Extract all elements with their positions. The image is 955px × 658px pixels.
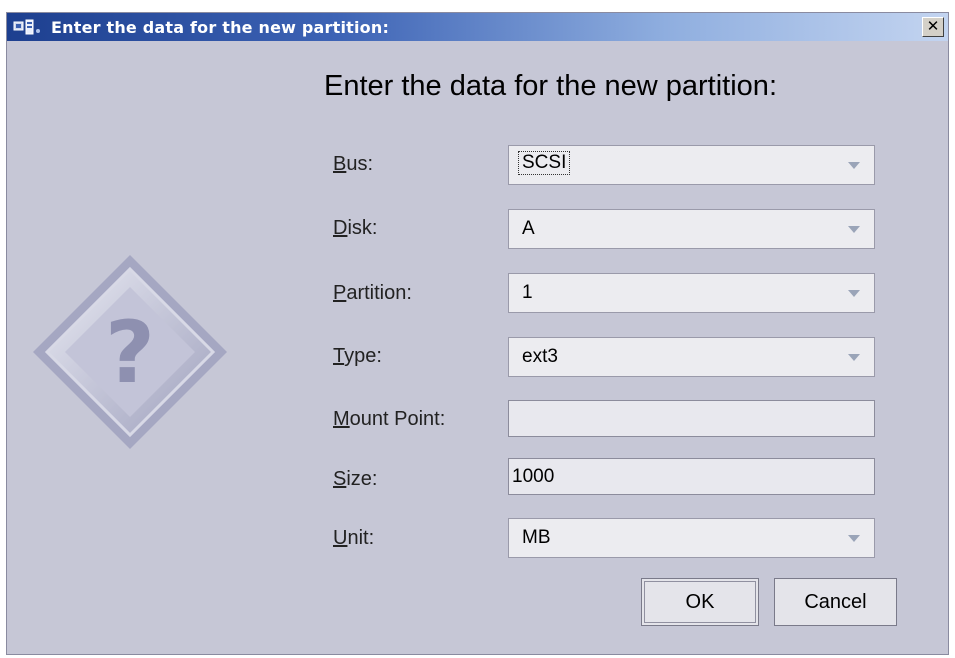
size-label: Size: [333,468,378,490]
partition-dialog: Enter the data for the new partition: ✕ … [6,12,949,655]
ok-button[interactable]: OK [641,578,759,626]
partition-label: Partition: [333,282,412,304]
disk-value: A [522,218,535,239]
disk-select[interactable]: A [508,209,875,249]
chevron-down-icon [848,226,860,233]
partition-select[interactable]: 1 [508,273,875,313]
mount-point-input[interactable] [508,400,875,437]
type-select[interactable]: ext3 [508,337,875,377]
question-mark-glyph: ? [105,303,155,403]
window-title: Enter the data for the new partition: [51,18,390,37]
network-computer-icon [13,19,40,35]
type-value: ext3 [522,346,558,367]
question-diamond-icon: ? [33,255,227,449]
unit-value: MB [522,527,551,548]
unit-label: Unit: [333,527,375,549]
bus-label: Bus: [333,153,374,175]
close-icon: ✕ [926,17,940,35]
chevron-down-icon [848,290,860,297]
mount-point-label: Mount Point: [333,408,446,430]
size-value: 1000 [512,466,555,487]
type-label: Type: [333,345,382,367]
chevron-down-icon [848,354,860,361]
close-button[interactable]: ✕ [922,17,944,37]
chevron-down-icon [848,535,860,542]
cancel-button[interactable]: Cancel [774,578,897,626]
size-input[interactable]: 1000 [508,458,875,495]
partition-value: 1 [522,282,533,303]
dialog-heading: Enter the data for the new partition: [324,70,777,102]
bus-select[interactable]: SCSI [508,145,875,185]
bus-value: SCSI [518,151,571,175]
chevron-down-icon [848,162,860,169]
disk-label: Disk: [333,217,378,239]
unit-select[interactable]: MB [508,518,875,558]
title-bar[interactable]: Enter the data for the new partition: ✕ [7,13,948,41]
